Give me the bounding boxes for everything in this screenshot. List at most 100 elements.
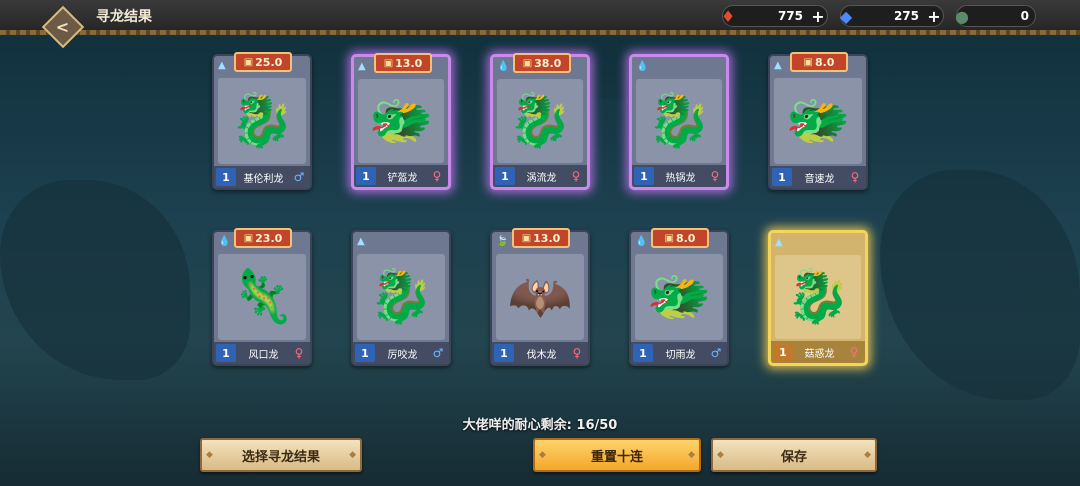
dragon-card[interactable]: ▲ 🐉 1 菇惑龙 ♀ <box>768 230 868 366</box>
production-value: 8.0 <box>675 231 696 245</box>
axe-icon: ▣ <box>383 57 394 69</box>
dragon-card[interactable]: 💧 ▣ 23.0 🦎 1 风口龙 ♀ <box>212 228 312 366</box>
dragon-icon: 🐉 <box>785 267 851 327</box>
level-badge: 1 <box>216 344 236 362</box>
dragon-card[interactable]: 💧 🐉 1 热锅龙 ♀ <box>629 54 729 190</box>
save-button[interactable]: ◆ 保存 ◆ <box>711 438 877 472</box>
patience-remaining-text: 大佬咩的耐心剩余: 16/50 <box>462 418 618 433</box>
female-icon: ♀ <box>572 346 582 360</box>
card-footer: 1 菇惑龙 ♀ <box>771 341 865 363</box>
dragon-icon: 🦇 <box>507 267 573 327</box>
production-badge: ▣ 13.0 <box>374 53 432 73</box>
dragon-name: 菇惑龙 <box>804 348 835 360</box>
flame-box-icon: ▣ <box>522 57 533 69</box>
dragon-name: 基伦利龙 <box>243 173 284 185</box>
ornament-icon: ◆ <box>206 450 213 460</box>
page-title: 寻龙结果 <box>96 9 152 25</box>
element-icon: ▲ <box>218 60 226 71</box>
female-icon: ♀ <box>571 169 581 183</box>
reset-ten-pull-button[interactable]: ◆ 重置十连 ◆ <box>533 438 701 472</box>
dragon-icon: 🐉 <box>646 91 712 151</box>
production-value: 13.0 <box>533 231 561 245</box>
dragon-card[interactable]: 🍃 ▣ 13.0 🦇 1 伐木龙 ♀ <box>490 228 590 366</box>
blue-crystal-icon: ◆ <box>839 6 853 26</box>
red-gem-icon: ♦ <box>720 6 736 26</box>
add-blue-crystal-button[interactable]: + <box>925 7 943 26</box>
element-icon: 💧 <box>636 61 649 72</box>
dragon-icon: 🦎 <box>229 267 295 327</box>
dragon-card[interactable]: 💧 ▣ 38.0 🐉 1 涡流龙 ♀ <box>490 53 590 190</box>
card-footer: 1 涡流龙 ♀ <box>493 165 587 187</box>
level-badge: 1 <box>495 167 515 185</box>
level-badge: 1 <box>633 344 653 362</box>
dragon-portrait: 🦎 <box>218 254 306 340</box>
dragon-portrait: 🐲 <box>358 79 444 163</box>
female-icon: ♀ <box>710 169 720 183</box>
production-value: 13.0 <box>395 56 423 70</box>
dragon-card[interactable]: ▲ ▣ 13.0 🐲 1 铲盔龙 ♀ <box>351 53 451 190</box>
dragon-portrait: 🦇 <box>496 254 584 340</box>
element-icon: ▲ <box>358 61 366 72</box>
red-gem-value: 775 <box>777 9 803 23</box>
card-footer: 1 音速龙 ♀ <box>770 166 866 188</box>
male-icon: ♂ <box>432 346 444 360</box>
level-badge: 1 <box>355 344 375 362</box>
save-label: 保存 <box>780 449 807 465</box>
dragon-card[interactable]: ▲ ▣ 8.0 🐲 1 音速龙 ♀ <box>768 52 868 190</box>
dragon-card[interactable]: 💧 ▣ 8.0 🐲 1 切雨龙 ♂ <box>629 228 729 366</box>
element-icon: 🍃 <box>496 236 509 247</box>
select-result-button[interactable]: ◆ 选择寻龙结果 ◆ <box>200 438 362 472</box>
dragon-name: 热锅龙 <box>665 172 696 184</box>
dragon-portrait: 🐲 <box>774 78 862 164</box>
dragon-name: 涡流龙 <box>526 172 557 184</box>
ornament-icon: ◆ <box>864 450 871 460</box>
dragon-icon: 🐉 <box>368 267 434 327</box>
ornament-icon: ◆ <box>688 450 695 460</box>
dragon-portrait: 🐉 <box>357 254 445 340</box>
dragon-icon: 🐲 <box>646 267 712 327</box>
flame-box-icon: ▣ <box>243 56 254 68</box>
dragon-portrait: 🐉 <box>497 79 583 163</box>
dragon-name: 厉咬龙 <box>387 349 418 361</box>
coin-icon: ▣ <box>803 56 813 68</box>
card-footer: 1 基伦利龙 ♂ <box>214 166 310 188</box>
element-icon: ▲ <box>357 236 365 247</box>
add-red-gem-button[interactable]: + <box>809 7 827 26</box>
female-icon: ♀ <box>849 345 859 359</box>
female-icon: ♀ <box>294 346 304 360</box>
ornament-icon: ◆ <box>539 450 546 460</box>
production-badge: ▣ 13.0 <box>512 228 570 248</box>
blue-crystal-value: 275 <box>893 9 919 23</box>
element-icon: ▲ <box>774 60 782 71</box>
dragon-icon: 🐲 <box>368 91 434 151</box>
flame-box-icon: ▣ <box>243 232 254 244</box>
dragon-portrait: 🐲 <box>635 254 723 340</box>
level-badge: 1 <box>356 167 376 185</box>
production-badge: ▣ 38.0 <box>513 53 571 73</box>
element-icon: 💧 <box>635 236 648 247</box>
background-rock <box>880 170 1080 400</box>
dragon-egg-value: 0 <box>1020 9 1029 23</box>
dragon-portrait: 🐉 <box>218 78 306 164</box>
production-value: 8.0 <box>814 55 835 69</box>
card-footer: 1 热锅龙 ♀ <box>632 165 726 187</box>
back-arrow-icon: < <box>56 17 70 37</box>
dragon-card[interactable]: ▲ 🐉 1 厉咬龙 ♂ <box>351 230 451 366</box>
male-icon: ♂ <box>710 346 722 360</box>
ornament-icon: ◆ <box>349 450 356 460</box>
element-icon: 💧 <box>218 236 231 247</box>
dragon-card[interactable]: ▲ ▣ 25.0 🐉 1 基伦利龙 ♂ <box>212 52 312 190</box>
dragon-name: 铲盔龙 <box>387 172 418 184</box>
level-badge: 1 <box>772 168 792 186</box>
dragon-icon: 🐲 <box>785 91 851 151</box>
production-value: 23.0 <box>255 231 283 245</box>
production-badge: ▣ 8.0 <box>651 228 709 248</box>
background-rock <box>0 180 190 380</box>
production-badge: ▣ 23.0 <box>234 228 292 248</box>
dragon-icon: 🐉 <box>229 91 295 151</box>
level-badge: 1 <box>494 344 514 362</box>
coin-icon: ▣ <box>664 232 674 244</box>
level-badge: 1 <box>634 167 654 185</box>
level-badge: 1 <box>216 168 236 186</box>
dragon-name: 切雨龙 <box>665 349 696 361</box>
